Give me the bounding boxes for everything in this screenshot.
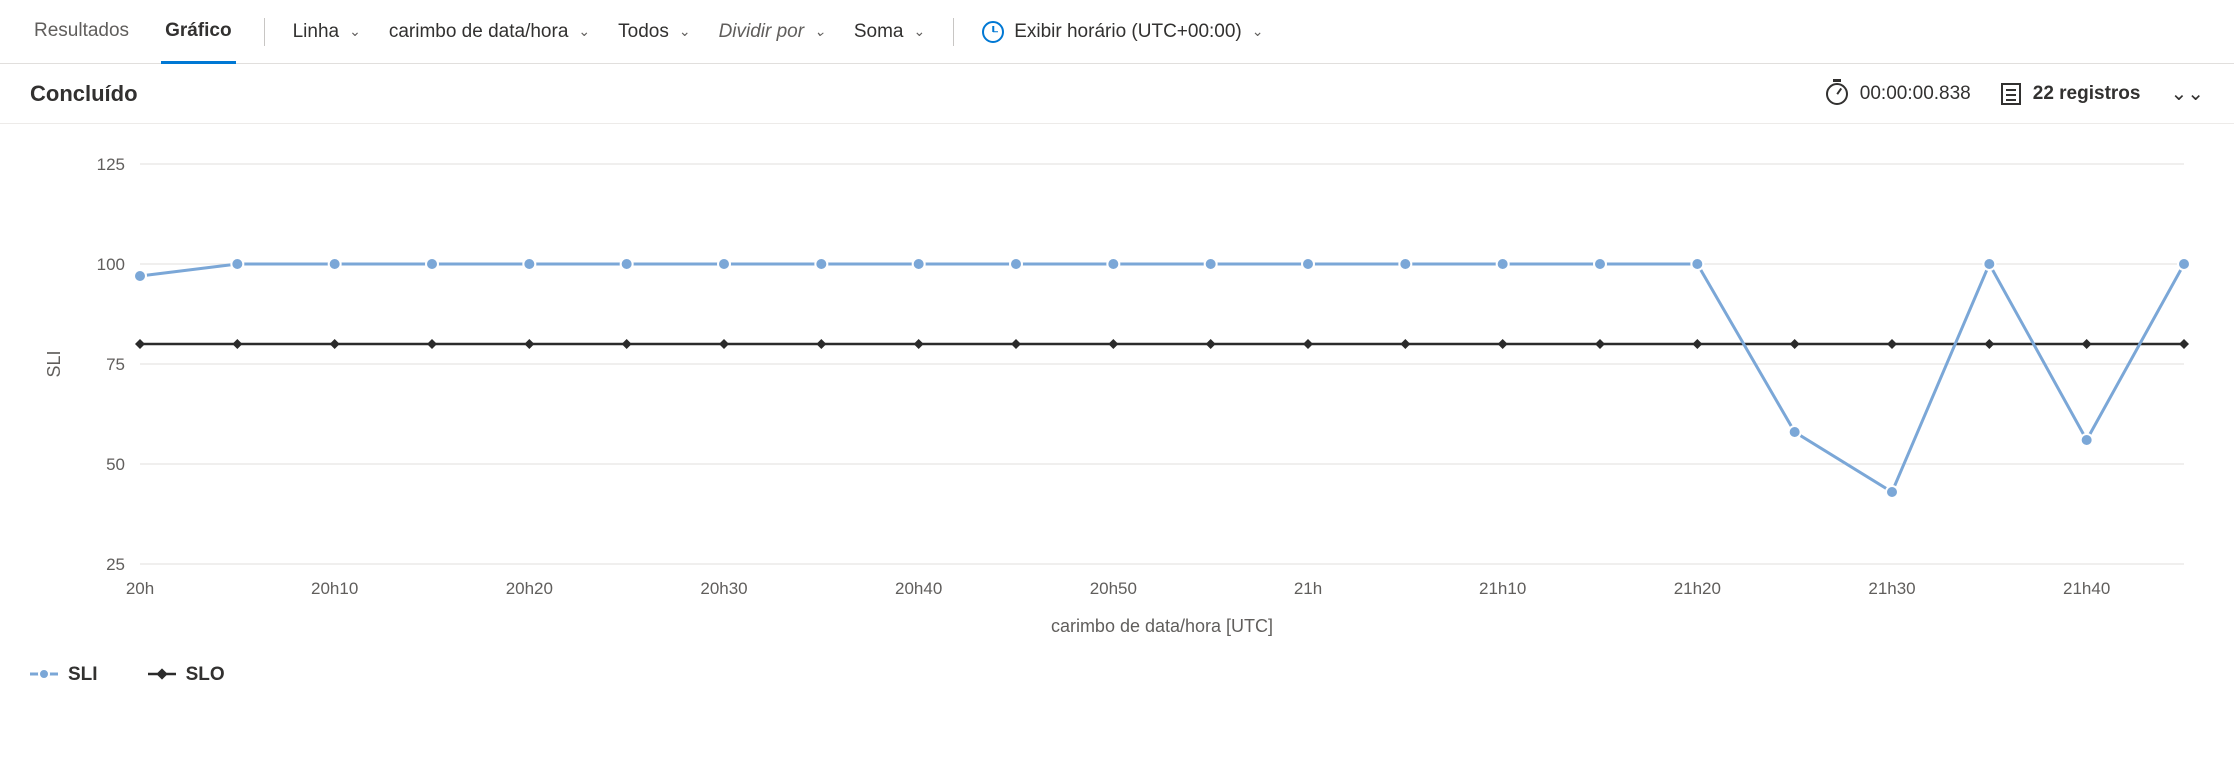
svg-text:21h: 21h [1294, 579, 1322, 598]
aggregation-value: Soma [854, 21, 904, 43]
record-count: 22 registros [2001, 83, 2141, 105]
chart-toolbar: Resultados Gráfico Linha ⌄ carimbo de da… [0, 0, 2234, 64]
timezone-dropdown[interactable]: Exibir horário (UTC+00:00) ⌄ [982, 21, 1263, 43]
x-field-value: carimbo de data/hora [389, 21, 569, 43]
svg-text:100: 100 [97, 255, 125, 274]
svg-text:20h50: 20h50 [1090, 579, 1137, 598]
chart-type-dropdown[interactable]: Linha ⌄ [293, 21, 361, 43]
expand-icon[interactable]: ⌄⌄ [2170, 81, 2204, 106]
svg-text:21h40: 21h40 [2063, 579, 2110, 598]
elapsed-value: 00:00:00.838 [1860, 83, 1971, 105]
x-field-dropdown[interactable]: carimbo de data/hora ⌄ [389, 21, 590, 43]
legend-swatch-slo [148, 664, 176, 686]
legend-item-sli[interactable]: SLI [30, 664, 98, 686]
chevron-down-icon: ⌄ [349, 23, 361, 40]
filter-dropdown[interactable]: Todos ⌄ [618, 21, 690, 43]
chevron-down-icon: ⌄ [814, 23, 826, 40]
records-icon [2001, 83, 2021, 105]
svg-text:20h30: 20h30 [700, 579, 747, 598]
clock-icon [982, 21, 1004, 43]
filter-value: Todos [618, 21, 669, 43]
tab-results[interactable]: Resultados [30, 1, 133, 64]
record-value: 22 registros [2033, 83, 2141, 105]
chevron-down-icon: ⌄ [679, 23, 691, 40]
chevron-down-icon: ⌄ [1252, 23, 1264, 40]
elapsed-time: 00:00:00.838 [1826, 83, 1971, 105]
toolbar-divider [953, 18, 954, 46]
split-by-dropdown[interactable]: Dividir por ⌄ [719, 21, 826, 43]
legend-label-slo: SLO [186, 664, 225, 686]
chevron-down-icon: ⌄ [913, 23, 925, 40]
chevron-down-icon: ⌄ [578, 23, 590, 40]
chart-legend: SLI SLO [0, 664, 2234, 706]
aggregation-dropdown[interactable]: Soma ⌄ [854, 21, 925, 43]
status-bar: Concluído 00:00:00.838 22 registros ⌄⌄ [0, 64, 2234, 124]
line-chart: 25 50 75 100 125 20h 20h10 20h20 20h30 20h40 20h50… [30, 144, 2204, 644]
toolbar-divider [264, 18, 265, 46]
stopwatch-icon [1826, 83, 1848, 105]
legend-swatch-sli [30, 664, 58, 686]
svg-text:20h20: 20h20 [506, 579, 553, 598]
svg-text:125: 125 [97, 155, 125, 174]
chart-type-value: Linha [293, 21, 340, 43]
tab-chart[interactable]: Gráfico [161, 1, 236, 64]
svg-text:21h10: 21h10 [1479, 579, 1526, 598]
svg-text:21h30: 21h30 [1868, 579, 1915, 598]
svg-text:20h40: 20h40 [895, 579, 942, 598]
svg-text:21h20: 21h20 [1674, 579, 1721, 598]
legend-label-sli: SLI [68, 664, 98, 686]
status-title: Concluído [30, 81, 138, 107]
svg-text:SLI: SLI [44, 350, 64, 377]
legend-item-slo[interactable]: SLO [148, 664, 225, 686]
svg-text:25: 25 [106, 555, 125, 574]
timezone-value: Exibir horário (UTC+00:00) [1014, 21, 1242, 43]
svg-text:75: 75 [106, 355, 125, 374]
svg-text:20h: 20h [126, 579, 154, 598]
svg-text:carimbo de data/hora [UTC]: carimbo de data/hora [UTC] [1051, 616, 1273, 636]
chart-container: 25 50 75 100 125 20h 20h10 20h20 20h30 20h40 20h50… [0, 124, 2234, 664]
svg-text:50: 50 [106, 455, 125, 474]
split-by-value: Dividir por [719, 21, 805, 43]
svg-text:20h10: 20h10 [311, 579, 358, 598]
